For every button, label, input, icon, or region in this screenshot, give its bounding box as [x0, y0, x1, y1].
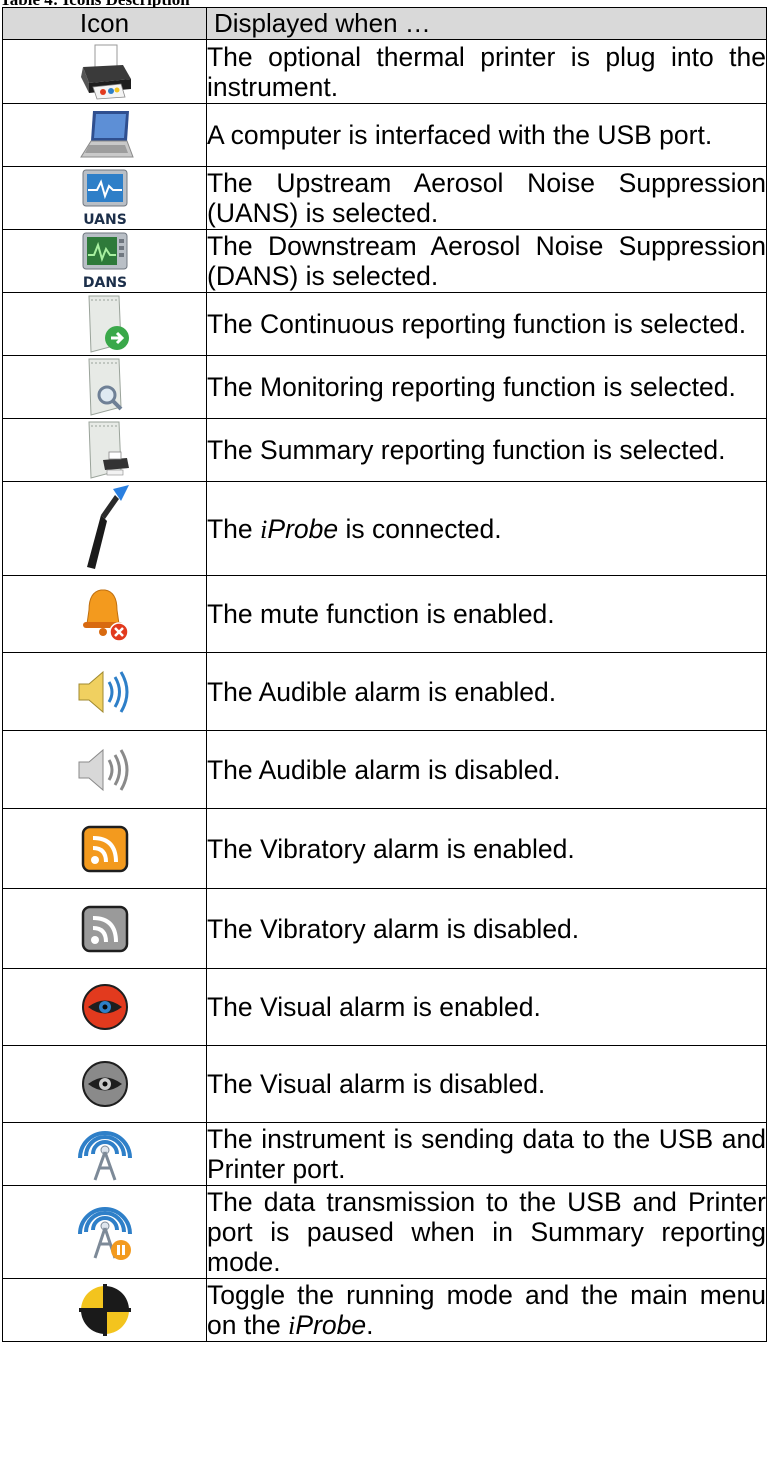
table-row: The optional thermal printer is plug int…: [2, 39, 767, 104]
table-row: The Vibratory alarm is enabled.: [2, 808, 767, 889]
eye-disabled-icon: [81, 1061, 128, 1107]
table-row: DANS The Downstream Aerosol Noise Suppre…: [2, 229, 767, 293]
row-description: The Audible alarm is enabled.: [207, 676, 557, 707]
icon-cell: [2, 968, 207, 1046]
row-description: Toggle the running mode and the main men…: [207, 1280, 766, 1340]
summary-report-icon: [87, 421, 129, 479]
icon-cell: [2, 481, 207, 576]
table-row: The Continuous reporting function is sel…: [2, 292, 767, 356]
laptop-computer-icon: [79, 111, 134, 158]
description-cell: The Visual alarm is enabled.: [206, 968, 767, 1046]
description-cell: The Upstream Aerosol Noise Suppression (…: [206, 166, 767, 230]
row-description: The Vibratory alarm is disabled.: [207, 913, 580, 944]
table-row: The iProbe is connected.: [2, 481, 767, 576]
row-description: The Visual alarm is enabled.: [207, 992, 541, 1022]
thermal-printer-icon: [80, 44, 131, 99]
icon-cell: [2, 1045, 207, 1123]
speaker-enabled-icon: [78, 670, 128, 713]
icon-cell: [2, 575, 207, 653]
icons-description-table: Icon Displayed when … The optional therm…: [2, 7, 767, 1342]
description-cell: The Monitoring reporting function is sel…: [206, 355, 767, 419]
description-cell: The optional thermal printer is plug int…: [206, 39, 767, 104]
description-cell: The iProbe is connected.: [206, 481, 767, 576]
mute-bell-icon: [82, 589, 129, 642]
row-description: The Downstream Aerosol Noise Suppression…: [207, 231, 766, 291]
row-description: The optional thermal printer is plug int…: [207, 41, 766, 102]
description-cell: The instrument is sending data to the US…: [206, 1122, 767, 1186]
monitoring-report-icon: [87, 358, 122, 416]
description-cell: The data transmission to the USB and Pri…: [206, 1185, 767, 1279]
row-description: The Monitoring reporting function is sel…: [207, 372, 736, 402]
table-row: The Monitoring reporting function is sel…: [2, 355, 767, 419]
table-row: The Summary reporting function is select…: [2, 418, 767, 482]
row-description: The Audible alarm is disabled.: [207, 754, 561, 785]
icon-cell: [2, 355, 207, 419]
icon-cell: [2, 652, 207, 731]
row-description: The Vibratory alarm is enabled.: [207, 833, 575, 864]
description-cell: The mute function is enabled.: [206, 575, 767, 653]
description-cell: The Summary reporting function is select…: [206, 418, 767, 482]
table-row: The Visual alarm is enabled.: [2, 968, 767, 1046]
dans-label: DANS: [82, 275, 126, 291]
icon-cell: [2, 730, 207, 809]
icon-cell: UANS: [2, 166, 207, 230]
table-row: Toggle the running mode and the main men…: [2, 1278, 767, 1342]
table-row: The Visual alarm is disabled.: [2, 1045, 767, 1123]
iprobe-brand-name: iProbe: [260, 513, 339, 544]
icon-cell: DANS: [2, 229, 207, 293]
table-header-row: Icon Displayed when …: [2, 7, 767, 40]
icon-cell: [2, 292, 207, 356]
table-row: The Audible alarm is enabled.: [2, 652, 767, 731]
uans-label: UANS: [83, 212, 127, 228]
iprobe-brand-name: iProbe: [288, 1310, 367, 1340]
table-row: The Audible alarm is disabled.: [2, 730, 767, 809]
vibration-disabled-icon: [81, 905, 128, 952]
row-description: The Continuous reporting function is sel…: [207, 309, 747, 339]
description-cell: The Visual alarm is disabled.: [206, 1045, 767, 1123]
vibration-enabled-icon: [81, 825, 128, 872]
description-cell: The Audible alarm is enabled.: [206, 652, 767, 731]
description-cell: The Continuous reporting function is sel…: [206, 292, 767, 356]
row-description: The mute function is enabled.: [207, 599, 555, 629]
antenna-paused-icon: [77, 1207, 132, 1260]
row-description: A computer is interfaced with the USB po…: [207, 120, 713, 150]
speaker-disabled-icon: [78, 748, 128, 791]
table-row: UANS The Upstream Aerosol Noise Suppress…: [2, 166, 767, 230]
icon-cell: [2, 39, 207, 104]
target-toggle-icon: [78, 1284, 131, 1336]
row-description: The data transmission to the USB and Pri…: [207, 1187, 766, 1277]
header-icon: Icon: [2, 7, 207, 40]
row-description: The iProbe is connected.: [207, 513, 502, 544]
icon-cell: [2, 1278, 207, 1342]
row-description: The Summary reporting function is select…: [207, 435, 726, 465]
description-cell: The Audible alarm is disabled.: [206, 730, 767, 809]
description-cell: The Downstream Aerosol Noise Suppression…: [206, 229, 767, 293]
continuous-report-icon: [87, 295, 129, 353]
icon-cell: [2, 1122, 207, 1186]
icon-cell: [2, 418, 207, 482]
table-row: A computer is interfaced with the USB po…: [2, 103, 767, 167]
table-row: The mute function is enabled.: [2, 575, 767, 653]
row-description: The Upstream Aerosol Noise Suppression (…: [207, 168, 766, 228]
icon-cell: [2, 888, 207, 969]
iprobe-icon: [86, 484, 129, 569]
table-row: The instrument is sending data to the US…: [2, 1122, 767, 1186]
icon-cell: [2, 103, 207, 167]
header-displayed-when: Displayed when …: [206, 7, 767, 40]
uans-monitor-icon: UANS: [82, 169, 127, 228]
description-cell: Toggle the running mode and the main men…: [206, 1278, 767, 1342]
description-cell: The Vibratory alarm is disabled.: [206, 888, 767, 969]
dans-monitor-icon: DANS: [82, 232, 127, 291]
table-row: The data transmission to the USB and Pri…: [2, 1185, 767, 1279]
antenna-sending-icon: [77, 1131, 132, 1181]
row-description: The instrument is sending data to the US…: [207, 1124, 766, 1184]
icon-cell: [2, 808, 207, 889]
table-row: The Vibratory alarm is disabled.: [2, 888, 767, 969]
eye-enabled-icon: [81, 984, 128, 1030]
description-cell: A computer is interfaced with the USB po…: [206, 103, 767, 167]
description-cell: The Vibratory alarm is enabled.: [206, 808, 767, 889]
row-description: The Visual alarm is disabled.: [207, 1069, 546, 1099]
icon-cell: [2, 1185, 207, 1279]
